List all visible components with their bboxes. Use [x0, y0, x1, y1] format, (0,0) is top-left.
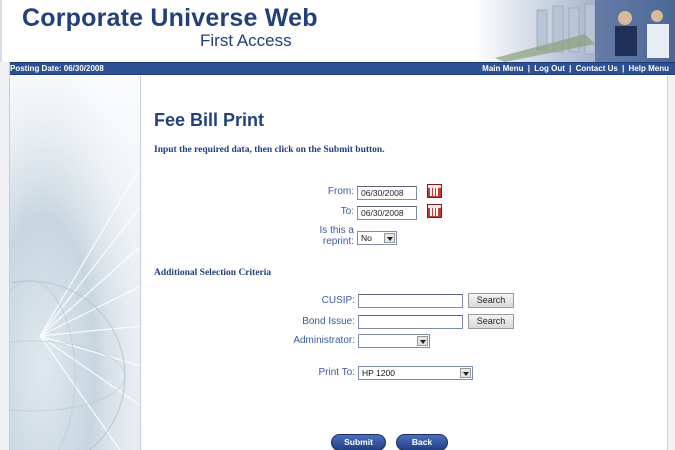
- reprint-selected-value: No: [361, 233, 372, 243]
- calendar-icon[interactable]: [427, 184, 442, 198]
- cusip-input[interactable]: [358, 294, 463, 308]
- nav-separator: |: [527, 64, 530, 73]
- header-photo: [475, 0, 675, 62]
- administrator-label: Administrator:: [293, 335, 355, 346]
- contact-us-link[interactable]: Contact Us: [576, 64, 618, 73]
- instructions-text: Input the required data, then click on t…: [154, 145, 385, 155]
- submit-button[interactable]: Submit: [331, 434, 386, 450]
- bond-issue-label: Bond Issue:: [302, 316, 355, 327]
- posting-date: Posting Date: 06/30/2008: [10, 64, 104, 73]
- scrollbar[interactable]: [667, 76, 675, 450]
- sidebar-globe-graphic: [10, 76, 141, 450]
- section-title: Additional Selection Criteria: [154, 268, 272, 278]
- from-label: From:: [327, 186, 354, 197]
- reprint-select[interactable]: No: [357, 231, 397, 245]
- chevron-down-icon: [384, 233, 395, 243]
- help-menu-link[interactable]: Help Menu: [629, 64, 669, 73]
- nav-separator: |: [622, 64, 625, 73]
- reprint-label: Is this a reprint:: [290, 225, 354, 247]
- log-out-link[interactable]: Log Out: [534, 64, 565, 73]
- left-gutter: [0, 62, 10, 450]
- main-menu-link[interactable]: Main Menu: [482, 64, 523, 73]
- from-date-input[interactable]: 06/30/2008: [357, 186, 417, 200]
- reprint-label-line2: reprint:: [322, 236, 354, 247]
- nav-bar: Posting Date: 06/30/2008 Main Menu | Log…: [0, 62, 675, 75]
- chevron-down-icon: [460, 368, 471, 378]
- bond-issue-search-button[interactable]: Search: [468, 314, 514, 329]
- page-title: Fee Bill Print: [154, 110, 265, 130]
- to-date-input[interactable]: 06/30/2008: [357, 206, 417, 220]
- print-to-selected-value: HP 1200: [362, 368, 395, 378]
- brand-subtitle: First Access: [200, 31, 292, 50]
- chevron-down-icon: [417, 336, 428, 346]
- administrator-select[interactable]: [358, 334, 430, 348]
- back-button[interactable]: Back: [396, 434, 448, 450]
- header: Corporate Universe Web First Access: [0, 0, 675, 62]
- cusip-label: CUSIP:: [321, 295, 355, 306]
- nav-separator: |: [569, 64, 572, 73]
- cusip-search-button[interactable]: Search: [468, 293, 514, 308]
- print-to-label: Print To:: [318, 367, 356, 378]
- bond-issue-input[interactable]: [358, 315, 463, 329]
- calendar-icon[interactable]: [427, 204, 442, 218]
- to-label: To:: [340, 206, 354, 217]
- print-to-select[interactable]: HP 1200: [358, 366, 473, 380]
- reprint-label-line1: Is this a: [319, 225, 354, 236]
- brand-title: Corporate Universe Web: [22, 4, 318, 32]
- nav-links: Main Menu | Log Out | Contact Us | Help …: [482, 63, 669, 75]
